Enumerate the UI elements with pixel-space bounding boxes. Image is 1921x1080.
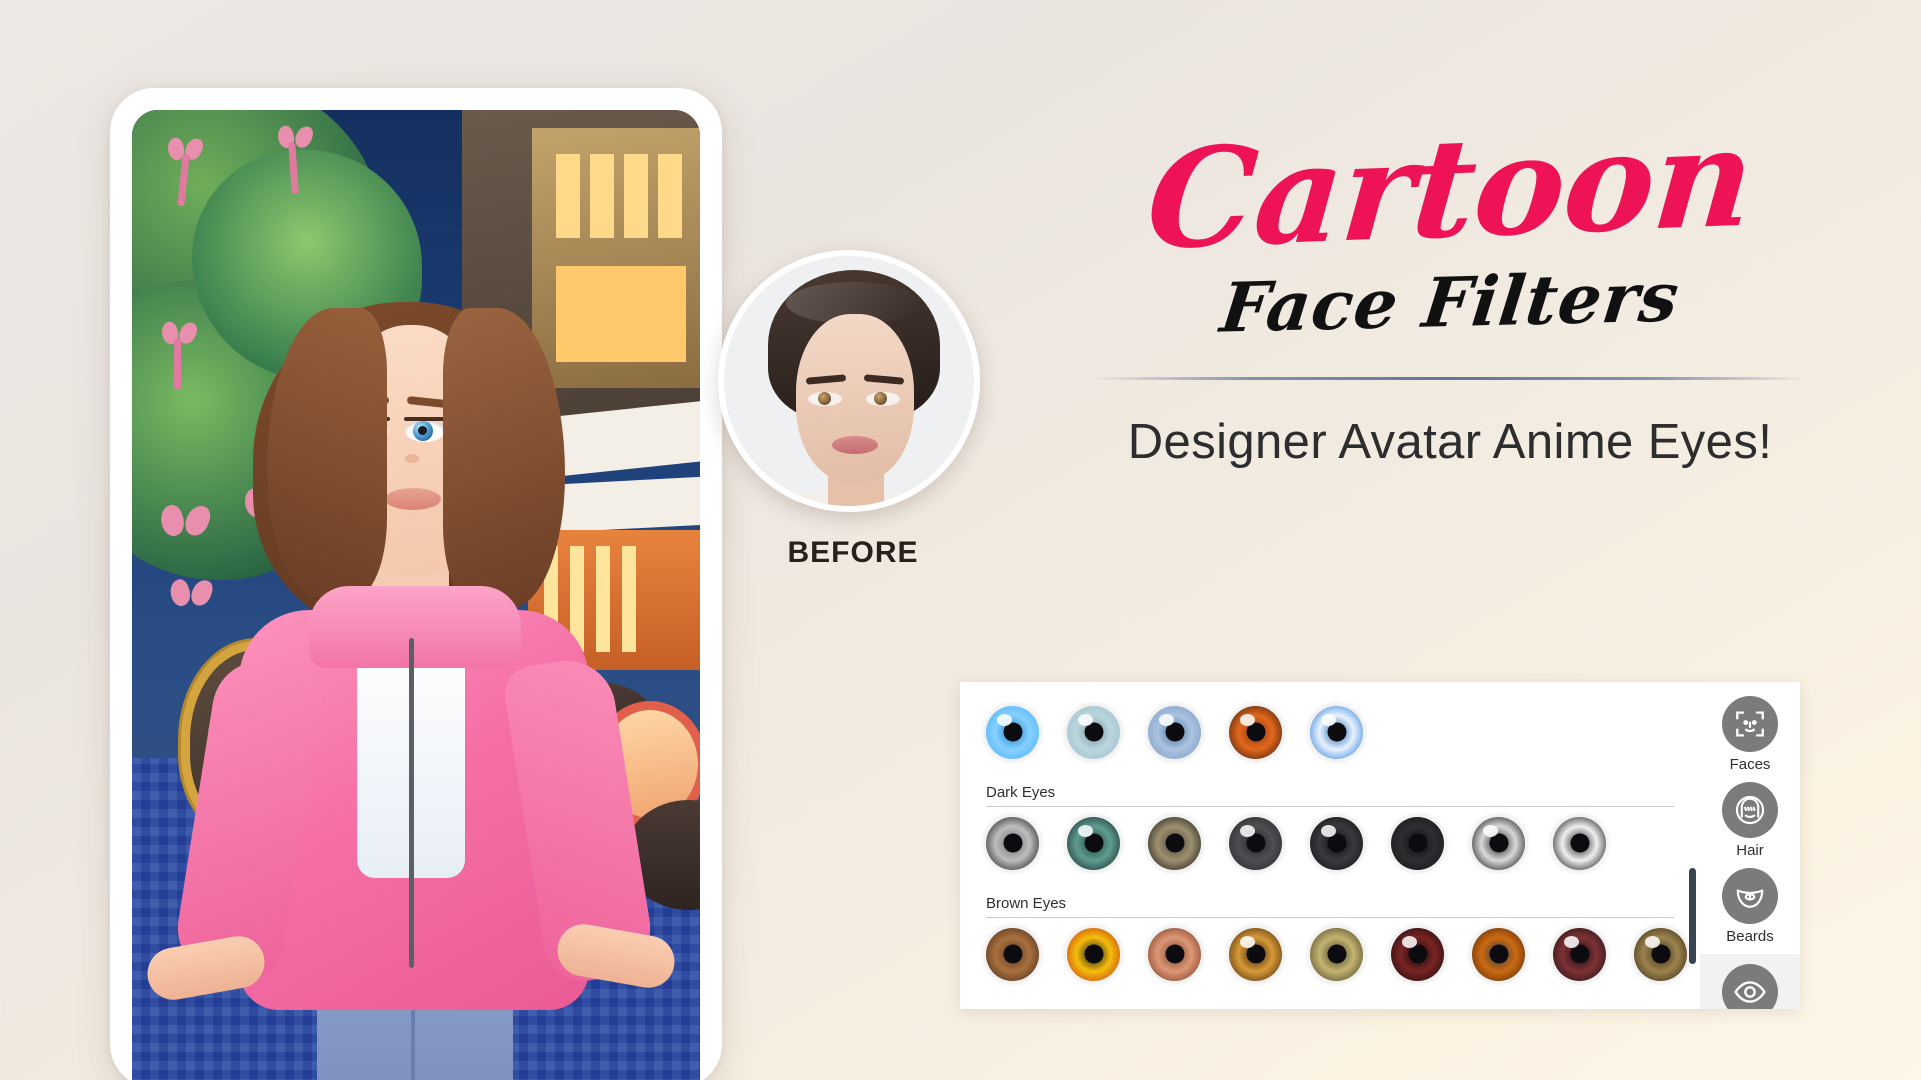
avatar-hair-right <box>443 308 565 608</box>
bow-ribbon <box>174 338 181 390</box>
eye-medium-brown[interactable] <box>986 927 1039 981</box>
eye-tan-olive-brown[interactable] <box>1634 927 1687 981</box>
eye-orange-amber-dark-ring[interactable] <box>1229 705 1282 759</box>
avatar-jacket-collar <box>309 586 521 668</box>
beard-icon <box>1722 868 1778 924</box>
eye-picker-panel[interactable]: Dark Eyes Brown Eyes Faces Hair Beards <box>960 682 1800 1009</box>
eye-hazel-olive[interactable] <box>1310 927 1363 981</box>
eye-swatch-row <box>986 807 1700 879</box>
swatch-pupil <box>1165 944 1184 964</box>
app-title: Cartoon <box>1141 97 1759 281</box>
app-tagline: Designer Avatar Anime Eyes! <box>1127 414 1773 469</box>
swatch-pupil <box>1327 944 1346 964</box>
eye-swatch-row <box>986 696 1700 768</box>
section-label: Dark Eyes <box>986 784 1056 801</box>
eye-dark-teal-green[interactable] <box>1067 816 1120 870</box>
eye-golden-yellow-ring[interactable] <box>1067 927 1120 981</box>
eye-charcoal-smooth[interactable] <box>1229 816 1282 870</box>
photo-iris-right <box>874 392 887 405</box>
swatch-pupil <box>1003 944 1022 964</box>
before-photo-bubble <box>718 250 980 512</box>
swatch-highlight <box>1077 713 1093 726</box>
eye-icon <box>1722 964 1778 1009</box>
window <box>658 154 682 238</box>
swatch-highlight <box>1320 713 1336 726</box>
swatch-highlight <box>1239 713 1255 726</box>
photo-iris-left <box>818 392 831 405</box>
eye-black-spoked[interactable] <box>1472 816 1525 870</box>
swatch-highlight <box>1401 935 1417 948</box>
avatar-scene <box>132 110 700 1080</box>
swatch-highlight <box>1482 824 1498 837</box>
tab-faces[interactable]: Faces <box>1722 696 1778 773</box>
avatar-jacket-zipper <box>409 638 414 968</box>
eye-black-streaked[interactable] <box>1391 816 1444 870</box>
eye-pale-blue-grey[interactable] <box>1067 705 1120 759</box>
avatar-lips <box>385 488 441 510</box>
eye-burnt-orange[interactable] <box>1472 927 1525 981</box>
eye-olive-khaki[interactable] <box>1148 816 1201 870</box>
eye-amber-spoked[interactable] <box>1229 927 1282 981</box>
tab-label: Faces <box>1729 756 1771 773</box>
tab-hair[interactable]: Hair <box>1722 782 1778 859</box>
hair-icon <box>1722 782 1778 838</box>
avatar-hair-left <box>267 308 387 598</box>
swatch-pupil <box>1084 944 1103 964</box>
swatch-highlight <box>1077 824 1093 837</box>
avatar-preview-card[interactable] <box>110 88 722 1080</box>
branding-block: Cartoon Face Filters Designer Avatar Ani… <box>1035 97 1865 470</box>
eye-blue-white-marble[interactable] <box>1310 705 1363 759</box>
eye-deep-wine-brown[interactable] <box>1553 927 1606 981</box>
swatch-highlight <box>1563 935 1579 948</box>
tab-eyes[interactable] <box>1700 954 1800 1009</box>
swatch-pupil <box>1489 944 1508 964</box>
vertical-scrollbar[interactable] <box>1689 868 1696 964</box>
eye-grey-silver[interactable] <box>986 816 1039 870</box>
tab-label: Beards <box>1726 928 1774 945</box>
eye-dark-maroon[interactable] <box>1391 927 1444 981</box>
avatar-pupil-right <box>418 426 427 435</box>
eye-black-soft[interactable] <box>1310 816 1363 870</box>
swatch-highlight <box>1320 824 1336 837</box>
tab-beards[interactable]: Beards <box>1722 868 1778 945</box>
swatch-highlight <box>1239 824 1255 837</box>
divider <box>1092 376 1808 380</box>
eye-bright-blue-starburst[interactable] <box>986 705 1039 759</box>
eye-black-white-burst[interactable] <box>1553 816 1606 870</box>
swatch-pupil <box>1165 833 1184 853</box>
window <box>556 154 580 238</box>
before-comparison: BEFORE <box>718 250 988 620</box>
window <box>624 154 648 238</box>
section-label: Brown Eyes <box>986 895 1067 912</box>
face-scan-icon <box>1722 696 1778 752</box>
tab-label: Hair <box>1736 842 1764 859</box>
avatar-eyelash-right <box>404 417 446 421</box>
avatar-nose <box>405 454 419 463</box>
eye-light-copper[interactable] <box>1148 927 1201 981</box>
swatch-pupil <box>1003 833 1022 853</box>
eye-swatch-row <box>986 918 1700 990</box>
cartoon-avatar <box>143 230 679 1080</box>
swatch-pupil <box>1570 833 1589 853</box>
before-label: BEFORE <box>787 536 919 569</box>
swatch-highlight <box>1239 935 1255 948</box>
window <box>590 154 614 238</box>
photo-lips <box>832 436 878 454</box>
swatch-highlight <box>1644 935 1660 948</box>
swatch-highlight <box>996 713 1012 726</box>
eye-steel-blue-radial[interactable] <box>1148 705 1201 759</box>
swatch-pupil <box>1408 833 1427 853</box>
swatch-highlight <box>1158 713 1174 726</box>
eye-picker-scroll-area[interactable]: Dark Eyes Brown Eyes <box>960 682 1700 1009</box>
category-tab-rail[interactable]: Faces Hair Beards <box>1700 682 1800 1009</box>
